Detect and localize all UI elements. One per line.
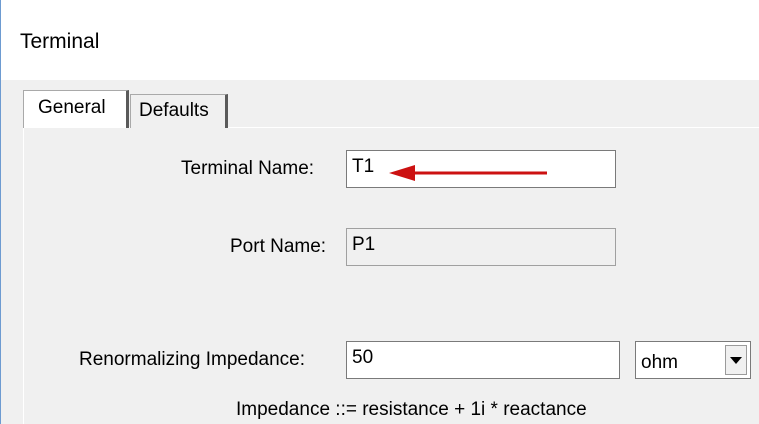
- dialog-title: Terminal: [20, 30, 100, 53]
- tab-defaults[interactable]: Defaults: [130, 94, 228, 128]
- terminal-name-label: Terminal Name:: [181, 158, 315, 179]
- port-name-label: Port Name:: [230, 236, 327, 257]
- impedance-unit-value: ohm: [641, 352, 678, 373]
- impedance-unit-select[interactable]: ohm: [635, 341, 751, 379]
- tab-defaults-label: Defaults: [139, 100, 209, 121]
- red-arrow-left-icon: [389, 165, 547, 181]
- chevron-down-icon[interactable]: [725, 345, 747, 375]
- impedance-note: Impedance ::= resistance + 1i * reactanc…: [236, 399, 587, 420]
- tab-general-label: General: [38, 97, 106, 118]
- title-bar: Terminal: [1, 0, 759, 80]
- impedance-label: Renormalizing Impedance:: [79, 349, 306, 370]
- terminal-dialog: Terminal General Defaults Terminal Name:…: [0, 0, 759, 424]
- port-name-field: P1: [346, 228, 616, 266]
- impedance-input[interactable]: 50: [346, 341, 620, 379]
- tab-general[interactable]: General: [23, 90, 129, 128]
